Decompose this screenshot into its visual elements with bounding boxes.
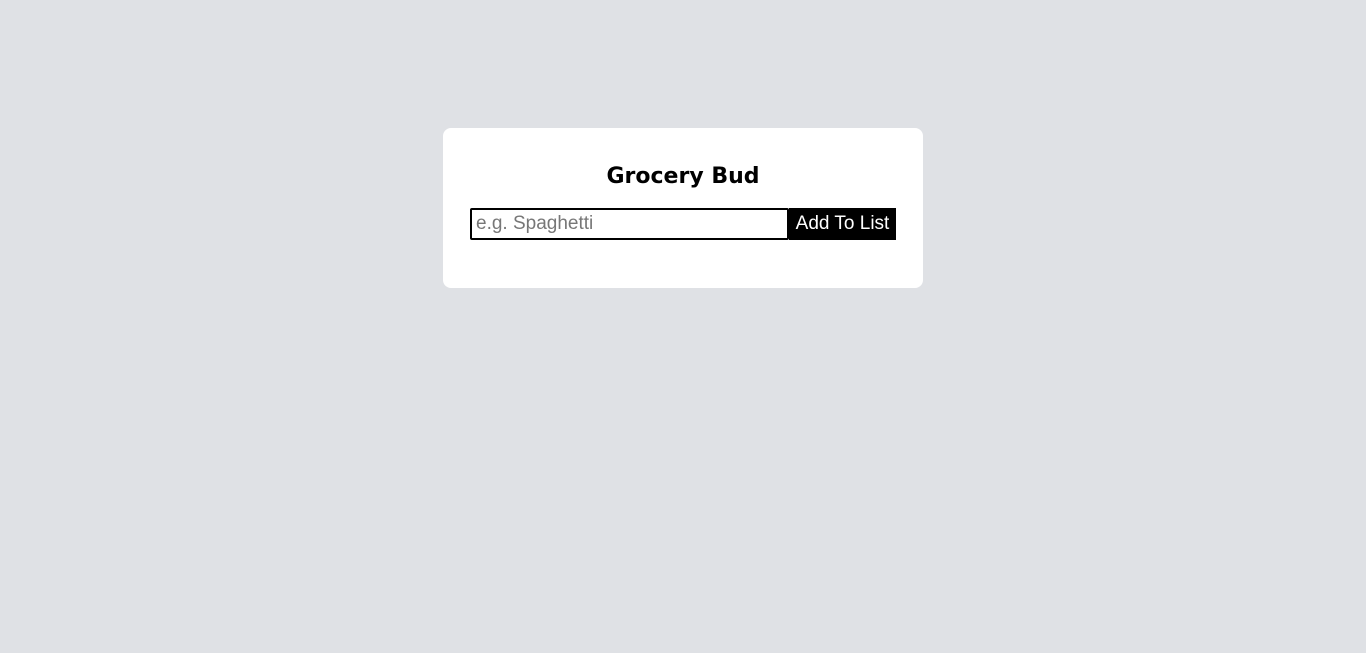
app-title: Grocery Bud: [606, 164, 760, 189]
grocery-item-input[interactable]: [470, 208, 789, 240]
add-to-list-button[interactable]: Add To List: [789, 208, 896, 240]
add-item-form: Add To List: [470, 208, 896, 240]
grocery-card: Grocery Bud Add To List: [443, 128, 923, 288]
